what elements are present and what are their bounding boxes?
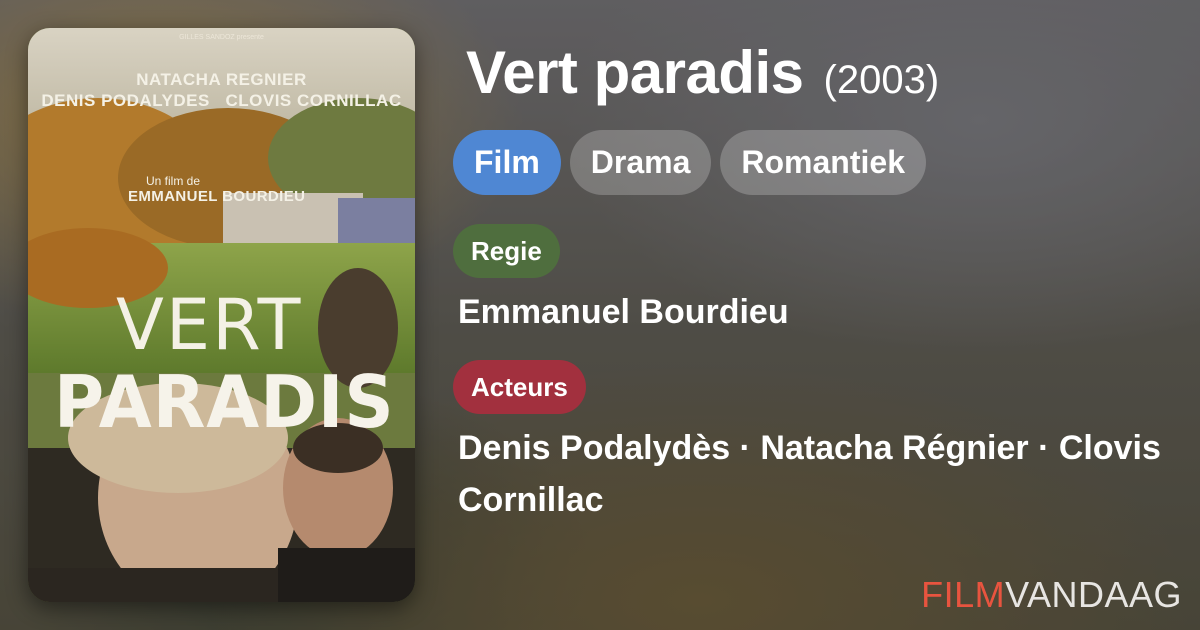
poster-title-line1: VERT	[116, 284, 303, 366]
tag-list: Film Drama Romantiek	[453, 130, 926, 195]
poster-director-name: EMMANUEL BOURDIEU	[128, 188, 306, 205]
movie-title: Vert paradis	[466, 39, 804, 106]
movie-poster: GILLES SANDOZ presente NATACHA REGNIER D…	[28, 28, 415, 602]
brand-logo-part1: FILM	[921, 574, 1006, 615]
movie-year: (2003)	[823, 58, 940, 102]
poster-credit-line2: DENIS PODALYDES CLOVIS CORNILLAC	[41, 91, 402, 110]
poster-director: Un film de EMMANUEL BOURDIEU	[128, 174, 305, 205]
tag-drama: Drama	[569, 130, 712, 195]
poster-credits: NATACHA REGNIER DENIS PODALYDES CLOVIS C…	[28, 70, 415, 112]
tag-romantiek: Romantiek	[720, 130, 926, 195]
poster-top-line: GILLES SANDOZ presente	[179, 34, 264, 41]
director-names: Emmanuel Bourdieu	[458, 293, 789, 331]
brand-logo: FILMVANDAAG	[921, 574, 1182, 616]
tag-film: Film	[453, 130, 561, 195]
poster-title-line2: PARADIS	[54, 360, 395, 444]
title-row: Vert paradis (2003)	[466, 38, 939, 107]
poster-credit-line1: NATACHA REGNIER	[136, 70, 307, 89]
regie-badge: Regie	[453, 224, 560, 278]
actor-names: Denis Podalydès · Natacha Régnier · Clov…	[458, 429, 1161, 519]
brand-logo-part2: VANDAAG	[1005, 574, 1182, 615]
acteurs-badge: Acteurs	[453, 360, 586, 414]
poster-director-small: Un film de	[146, 174, 201, 188]
